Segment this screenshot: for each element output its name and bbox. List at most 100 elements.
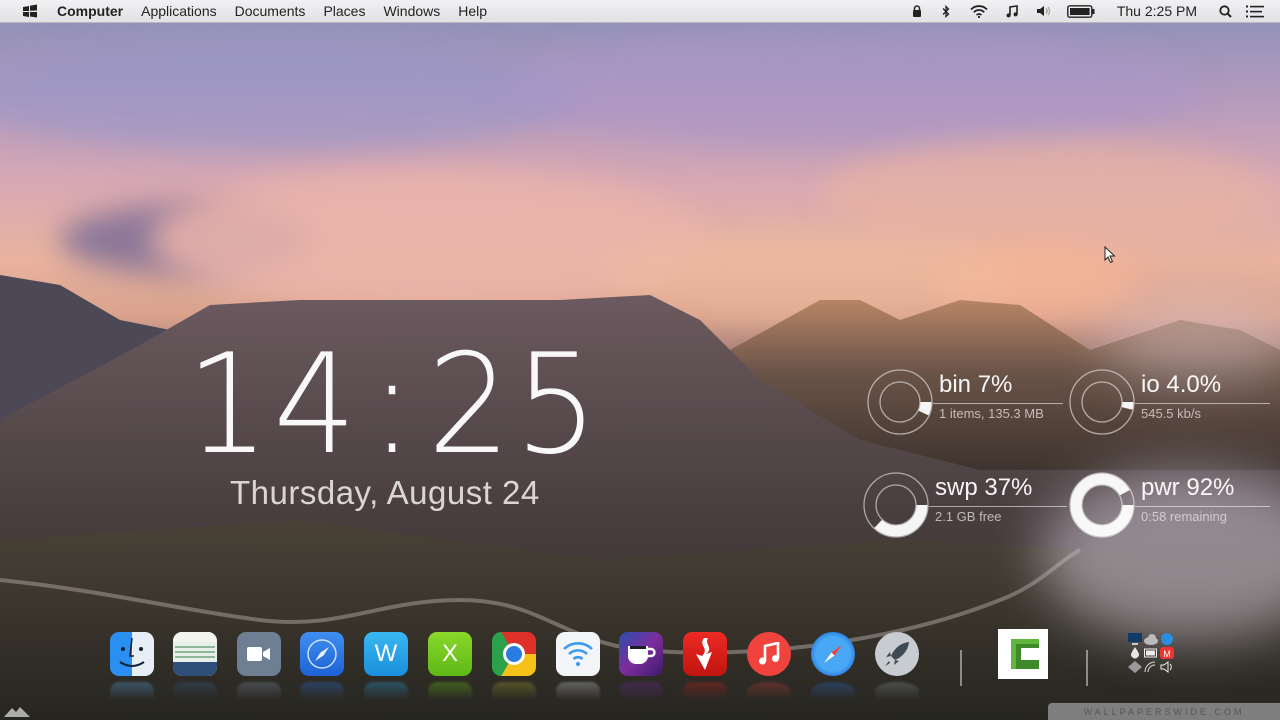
menubar-clock[interactable]: Thu 2:25 PM — [1117, 3, 1197, 19]
music-note-icon — [759, 642, 780, 665]
excel-icon: X — [441, 640, 458, 667]
ring-inner — [875, 484, 917, 526]
clock-hours: 14 — [186, 324, 361, 485]
dock-downloader[interactable] — [683, 632, 727, 676]
ring-title: pwr 92% — [1141, 474, 1235, 501]
ring-inner — [1081, 484, 1123, 526]
ring-title: io 4.0% — [1141, 371, 1222, 398]
notification-list-icon[interactable] — [1246, 0, 1264, 23]
reflection — [300, 682, 344, 700]
clock-minutes: 25 — [427, 324, 602, 485]
ring-widget-bin: bin 7% 1 items, 135.3 MB — [865, 367, 1075, 437]
battery-icon[interactable] — [1066, 0, 1095, 23]
mouse-cursor-icon — [1104, 246, 1116, 264]
finder-icon — [119, 637, 145, 667]
menu-help[interactable]: Help — [458, 3, 487, 19]
dock: W X M — [100, 628, 1190, 700]
dock-notes[interactable] — [173, 632, 217, 676]
dock-finder[interactable] — [110, 632, 154, 676]
bluetooth-icon[interactable] — [942, 0, 950, 23]
wifi-icon[interactable] — [970, 0, 988, 23]
ring-progress-arc — [1070, 370, 1134, 434]
video-camera-icon — [247, 647, 270, 661]
speaker-icon — [1160, 661, 1172, 673]
mega-icon: M — [1160, 647, 1174, 659]
dock-camtasia[interactable] — [998, 629, 1048, 679]
windows-flag-icon[interactable] — [20, 3, 40, 19]
ring-gauge-pwr — [1069, 472, 1135, 538]
ring-title: bin 7% — [939, 371, 1013, 398]
svg-text:M: M — [1163, 649, 1171, 659]
ring-subtitle: 2.1 GB free — [935, 509, 1002, 524]
dock-excel[interactable]: X — [428, 632, 472, 676]
dock-browser[interactable] — [300, 632, 344, 676]
watermark: WALLPAPERSWIDE.COM — [1048, 703, 1280, 720]
dock-separator — [1086, 650, 1088, 686]
dock-separator — [960, 650, 962, 686]
dock-launchpad[interactable] — [875, 632, 919, 676]
search-icon[interactable] — [1219, 0, 1232, 23]
clock-time: 14:25 — [186, 330, 602, 480]
ring-widget-io: io 4.0% 545.5 kb/s — [1067, 367, 1277, 437]
reflection — [875, 682, 919, 700]
lock-icon[interactable] — [912, 0, 922, 23]
ring-progress-arc — [868, 370, 932, 434]
reflection — [811, 682, 855, 700]
battery-icon — [1144, 648, 1157, 658]
compass-icon — [307, 639, 337, 669]
droplet-icon — [1131, 647, 1139, 659]
reflection — [683, 682, 727, 700]
ring-gauge-swp — [863, 472, 929, 538]
menu-windows[interactable]: Windows — [383, 3, 440, 19]
cloud-icon — [1144, 634, 1158, 645]
ring-subtitle: 0:58 remaining — [1141, 509, 1227, 524]
dock-music[interactable] — [747, 632, 791, 676]
dock-safari[interactable] — [811, 632, 855, 676]
ring-inner — [879, 381, 921, 423]
wifi-signal-icon — [1144, 661, 1156, 673]
menu-places[interactable]: Places — [323, 3, 365, 19]
word-icon: W — [374, 640, 398, 667]
dock-word[interactable]: W — [364, 632, 408, 676]
divider — [929, 506, 1067, 507]
music-note-icon[interactable] — [1006, 0, 1018, 23]
ring-gauge-bin — [867, 369, 933, 435]
clock-separator: : — [369, 324, 418, 485]
compass-icon — [824, 645, 842, 663]
dock-video-chat[interactable] — [237, 632, 281, 676]
download-arrow-icon — [696, 638, 712, 670]
reflection — [492, 682, 536, 700]
reflection — [428, 682, 472, 700]
ring-gauge-io — [1069, 369, 1135, 435]
notes-icon — [173, 632, 217, 676]
dock-wifi[interactable] — [556, 632, 600, 676]
mountain-logo-icon — [4, 707, 30, 717]
clock-widget: 14:25 Thursday, August 24 — [186, 330, 624, 512]
dock-caffeine[interactable] — [619, 632, 663, 676]
menu-computer[interactable]: Computer — [57, 3, 123, 19]
monitor-icon — [1128, 633, 1142, 645]
menu-documents[interactable]: Documents — [235, 3, 306, 19]
reflection — [619, 682, 663, 700]
menu-applications[interactable]: Applications — [141, 3, 217, 19]
ring-widget-pwr: pwr 92% 0:58 remaining — [1067, 470, 1277, 540]
rocket-icon — [885, 642, 909, 666]
reflection — [173, 682, 217, 700]
dock-stack[interactable]: M — [1128, 633, 1176, 677]
reflection — [747, 682, 791, 700]
camtasia-icon — [1011, 639, 1039, 669]
ring-progress-arc — [864, 473, 928, 537]
reflection — [556, 682, 600, 700]
dock-chrome[interactable] — [492, 632, 536, 676]
divider — [1135, 506, 1270, 507]
ring-subtitle: 545.5 kb/s — [1141, 406, 1201, 421]
divider — [1135, 403, 1270, 404]
menu-bar: Computer Applications Documents Places W… — [0, 0, 1280, 23]
reflection — [364, 682, 408, 700]
volume-icon[interactable] — [1036, 0, 1052, 23]
coffee-cup-icon — [628, 646, 656, 664]
ring-title: swp 37% — [935, 474, 1033, 501]
ring-subtitle: 1 items, 135.3 MB — [939, 406, 1044, 421]
ring-widget-swp: swp 37% 2.1 GB free — [861, 470, 1071, 540]
sync-icon — [1161, 633, 1173, 645]
